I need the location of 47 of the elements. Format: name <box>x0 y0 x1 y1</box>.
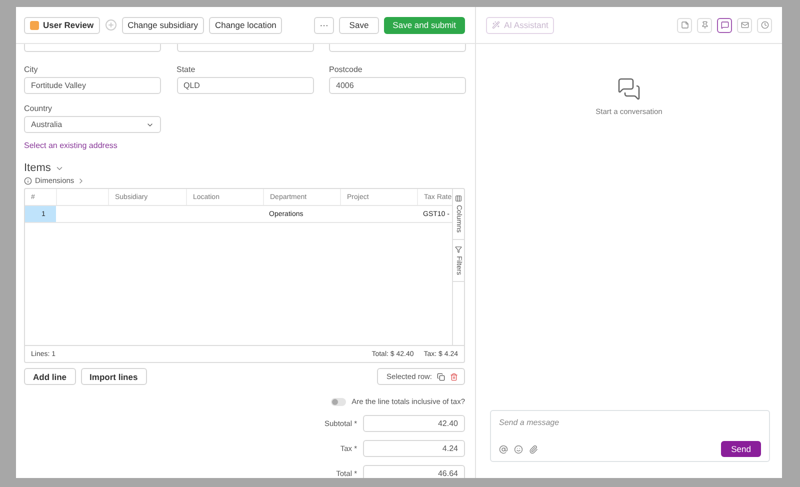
clock-icon <box>760 21 768 29</box>
header-action-button[interactable]: Change location <box>208 16 282 34</box>
magic-wand-icon <box>492 21 500 29</box>
more-button[interactable]: ··· <box>314 16 334 34</box>
chat-bubble-icon <box>720 21 728 29</box>
note-icon <box>680 21 688 29</box>
table-action-button[interactable]: Add line <box>24 368 76 385</box>
mention-icon[interactable] <box>499 444 508 454</box>
field-label: Postcode <box>329 65 364 74</box>
input-field[interactable] <box>329 44 466 52</box>
info-icon <box>24 176 32 184</box>
add-circle-icon <box>104 19 117 31</box>
table-action-button[interactable]: Import lines <box>80 368 147 385</box>
envelope-icon <box>740 21 748 29</box>
save-button[interactable]: Save <box>339 16 379 34</box>
note-button[interactable] <box>677 18 692 32</box>
input-field[interactable]: 46.64 <box>363 465 465 478</box>
input-field[interactable] <box>176 44 314 52</box>
pin-icon <box>700 21 708 29</box>
field-label: State <box>176 65 196 74</box>
send-button[interactable]: Send <box>721 441 761 457</box>
country-select[interactable]: Australia <box>24 116 161 133</box>
chat-button[interactable] <box>717 18 732 32</box>
copy-icon[interactable] <box>437 372 445 380</box>
address-link[interactable]: Select an existing address <box>24 141 465 150</box>
input-field[interactable]: 4.24 <box>363 440 465 457</box>
toggle-switch[interactable] <box>330 398 346 406</box>
message-composer[interactable]: Send a message Send <box>490 410 770 462</box>
columns-icon <box>455 195 462 202</box>
history-button[interactable] <box>757 18 772 32</box>
header-action-button[interactable]: Change subsidiary <box>122 16 204 34</box>
pin-button[interactable] <box>697 18 712 32</box>
input-field[interactable]: 42.40 <box>363 415 465 432</box>
field-label: Country <box>24 104 54 113</box>
mail-button[interactable] <box>737 18 752 32</box>
input-field[interactable]: 4006 <box>329 77 466 94</box>
filter-icon <box>455 246 462 253</box>
input-field[interactable]: Fortitude Valley <box>24 77 161 94</box>
delete-icon[interactable] <box>450 372 458 380</box>
chat-bubbles-icon <box>617 77 641 101</box>
emoji-icon[interactable] <box>514 444 523 454</box>
input-field[interactable]: QLD <box>176 77 314 94</box>
status-button[interactable]: User Review <box>24 16 100 34</box>
field-label: City <box>24 65 39 74</box>
section-title: Items <box>24 162 51 174</box>
input-field[interactable] <box>24 44 161 52</box>
attach-icon[interactable] <box>529 444 538 454</box>
